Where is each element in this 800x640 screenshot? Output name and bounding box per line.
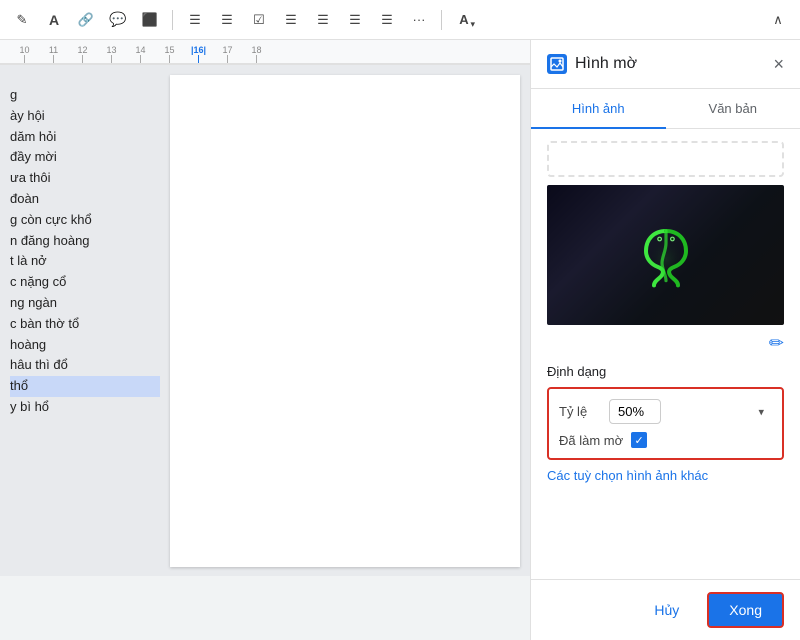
ruler-mark-11: 11 (39, 45, 68, 63)
align2-icon[interactable]: ☰ (213, 6, 241, 34)
text-line: c bàn thờ tổ (10, 314, 160, 335)
text-line: c nặng cổ (10, 272, 160, 293)
more-icon[interactable]: ··· (405, 6, 433, 34)
indent-icon[interactable]: ☰ (341, 6, 369, 34)
text-line: y bì hổ (10, 397, 160, 418)
list-icon[interactable]: ☰ (277, 6, 305, 34)
panel-header: Hình mờ × (531, 40, 800, 89)
side-panel: Hình mờ × Hình ảnh Văn bản (530, 40, 800, 640)
expand-icon[interactable]: ∧ (764, 6, 792, 34)
ratio-select[interactable]: 50% 100% 75% 25% (609, 399, 661, 424)
image-icon[interactable]: ⬛ (136, 6, 164, 34)
text-line: ày hội (10, 106, 160, 127)
text-line: đầy mời (10, 147, 160, 168)
ruler: 10 11 12 13 14 15 |16| 17 18 (0, 40, 530, 64)
main-container: 10 11 12 13 14 15 |16| 17 18 g ày hội dă… (0, 40, 800, 576)
blur-row: Đã làm mờ ✓ (559, 432, 772, 448)
text-line: ưa thôi (10, 168, 160, 189)
checklist-icon[interactable]: ☑ (245, 6, 273, 34)
text-line: t là nở (10, 251, 160, 272)
text-line: g (10, 85, 160, 106)
text-icon[interactable]: A (40, 6, 68, 34)
options-link[interactable]: Các tuỳ chọn hình ảnh khác (547, 468, 784, 483)
white-page (170, 75, 520, 567)
panel-tabs: Hình ảnh Văn bản (531, 89, 800, 129)
outdent-icon[interactable]: ☰ (373, 6, 401, 34)
image-upload-area[interactable] (547, 141, 784, 177)
tab-text[interactable]: Văn bản (666, 89, 800, 128)
ruler-wrapper: 10 11 12 13 14 15 |16| 17 18 (0, 40, 530, 65)
ruler-mark-17: 17 (213, 45, 242, 63)
align-icon[interactable]: ☰ (181, 6, 209, 34)
edit-icon-row: ✏ (547, 333, 784, 354)
blur-checkbox[interactable]: ✓ (631, 432, 647, 448)
text-column: g ày hội dăm hỏi đầy mời ưa thôi đoàn g … (0, 75, 160, 567)
format-box: Tỷ lệ 50% 100% 75% 25% Đã làm mờ ✓ (547, 387, 784, 460)
pencil-icon[interactable]: ✎ (8, 6, 36, 34)
sep1 (172, 10, 173, 30)
close-icon[interactable]: × (773, 55, 784, 73)
ruler-mark-15: 15 (155, 45, 184, 63)
toolbar: ✎ A 🔗 💬 ⬛ ☰ ☰ ☑ ☰ ☰ ☰ ☰ ··· A ▾ ∧ (0, 0, 800, 40)
numlist-icon[interactable]: ☰ (309, 6, 337, 34)
text-line: hâu thì đổ (10, 355, 160, 376)
ruler-mark-16: |16| (184, 45, 213, 63)
doc-scroll: g ày hội dăm hỏi đầy mời ưa thôi đoàn g … (0, 65, 530, 576)
tab-image[interactable]: Hình ảnh (531, 89, 666, 128)
sep2 (441, 10, 442, 30)
ruler-mark-18: 18 (242, 45, 271, 63)
text-line: g còn cực khổ (10, 210, 160, 231)
document-area: 10 11 12 13 14 15 |16| 17 18 g ày hội dă… (0, 40, 530, 576)
link-icon[interactable]: 🔗 (72, 6, 100, 34)
image-preview (547, 185, 784, 325)
text-line: dăm hỏi (10, 127, 160, 148)
blur-label: Đã làm mờ (559, 433, 623, 448)
panel-icon (547, 54, 567, 74)
panel-title: Hình mờ (575, 55, 773, 73)
text-line: n đăng hoàng (10, 231, 160, 252)
text-color-icon[interactable]: A ▾ (450, 6, 478, 34)
ratio-label: Tỷ lệ (559, 404, 609, 419)
panel-body: ✏ Định dạng Tỷ lệ 50% 100% 75% 25% (531, 129, 800, 579)
cancel-button[interactable]: Hủy (634, 592, 699, 628)
ruler-content: 10 11 12 13 14 15 |16| 17 18 (0, 40, 271, 63)
text-line: hoàng (10, 335, 160, 356)
done-button[interactable]: Xong (707, 592, 784, 628)
text-line-selected: thổ (10, 376, 160, 397)
ruler-mark-10: 10 (10, 45, 39, 63)
ruler-mark-12: 12 (68, 45, 97, 63)
panel-footer: Hủy Xong (531, 579, 800, 640)
edit-image-icon[interactable]: ✏ (769, 333, 784, 354)
format-section-label: Định dạng (547, 364, 784, 379)
ratio-row: Tỷ lệ 50% 100% 75% 25% (559, 399, 772, 424)
text-line: ng ngàn (10, 293, 160, 314)
ruler-mark-13: 13 (97, 45, 126, 63)
text-line: đoàn (10, 189, 160, 210)
comment-icon[interactable]: 💬 (104, 6, 132, 34)
ratio-select-wrapper: 50% 100% 75% 25% (609, 399, 772, 424)
ruler-mark-14: 14 (126, 45, 155, 63)
